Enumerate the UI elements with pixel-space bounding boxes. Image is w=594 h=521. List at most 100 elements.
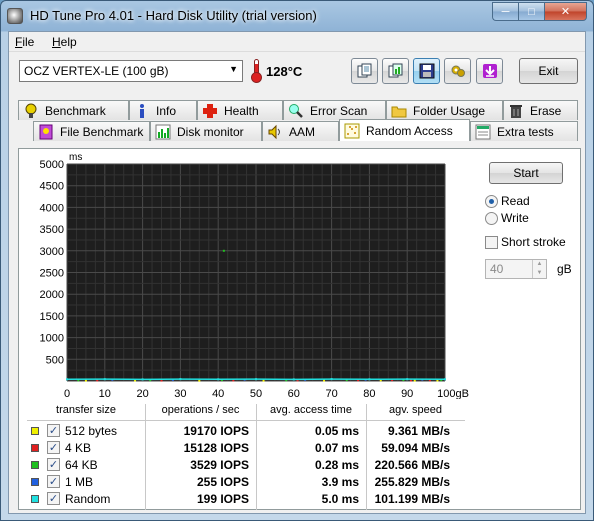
x-tick-label: 20 bbox=[136, 388, 148, 399]
cell-access: 0.07 ms bbox=[314, 441, 359, 455]
y-tick-label: 5000 bbox=[40, 159, 64, 171]
series-color-swatch bbox=[31, 444, 39, 452]
x-tick-label: 10 bbox=[99, 388, 111, 399]
spinner-arrows-icon[interactable]: ▲ ▼ bbox=[532, 260, 546, 278]
save-button[interactable] bbox=[413, 58, 440, 84]
table-row: ✓ 64 KB 3529 IOPS 0.28 ms 220.566 MB/s bbox=[27, 457, 465, 474]
tab-error-scan-label: Error Scan bbox=[310, 103, 368, 118]
tab-random-access-label: Random Access bbox=[366, 123, 453, 138]
series-checkbox[interactable]: ✓ bbox=[47, 458, 60, 471]
tab-health[interactable]: Health bbox=[197, 100, 283, 120]
cell-access: 0.05 ms bbox=[314, 424, 359, 438]
cell-access: 5.0 ms bbox=[321, 492, 359, 506]
cell-speed: 101.199 MB/s bbox=[374, 492, 450, 506]
series-checkbox[interactable]: ✓ bbox=[47, 441, 60, 454]
menu-help[interactable]: Help bbox=[52, 35, 77, 49]
caption-buttons: ─ □ ✕ bbox=[492, 2, 587, 21]
cell-ops: 255 IOPS bbox=[196, 475, 249, 489]
cell-speed: 255.829 MB/s bbox=[374, 475, 450, 489]
tab-error-scan[interactable]: Error Scan bbox=[283, 100, 386, 120]
random-access-icon bbox=[344, 123, 360, 139]
header-speed: agv. speed bbox=[388, 404, 442, 416]
maximize-button[interactable]: □ bbox=[518, 2, 544, 21]
tab-disk-monitor[interactable]: Disk monitor bbox=[150, 121, 262, 141]
transfer-size-label: 4 KB bbox=[65, 441, 92, 455]
tab-info[interactable]: Info bbox=[129, 100, 197, 120]
x-tick-label: 30 bbox=[174, 388, 186, 399]
download-button[interactable] bbox=[476, 58, 503, 84]
trash-icon bbox=[508, 103, 524, 119]
menu-help-label: elp bbox=[60, 35, 77, 49]
data-point bbox=[198, 379, 201, 382]
x-tick-label: 0 bbox=[64, 388, 70, 399]
chevron-down-icon: ▼ bbox=[229, 64, 238, 74]
series-checkbox[interactable]: ✓ bbox=[47, 475, 60, 488]
series-checkbox[interactable]: ✓ bbox=[47, 492, 60, 505]
write-radio[interactable] bbox=[485, 212, 498, 225]
temperature-readout: 128°C bbox=[266, 64, 303, 79]
short-stroke-checkbox[interactable] bbox=[485, 236, 498, 249]
copy-screenshot-button[interactable] bbox=[382, 58, 409, 84]
tab-folder-usage-label: Folder Usage bbox=[413, 103, 486, 118]
tab-info-label: Info bbox=[156, 103, 177, 118]
short-stroke-spinner[interactable]: 40 ▲ ▼ bbox=[485, 259, 547, 279]
series-checkbox[interactable]: ✓ bbox=[47, 424, 60, 437]
transfer-size-label: 1 MB bbox=[65, 475, 94, 489]
tab-erase[interactable]: Erase bbox=[503, 100, 578, 120]
read-radio[interactable] bbox=[485, 195, 498, 208]
menu-file[interactable]: File bbox=[15, 35, 34, 49]
speaker-icon bbox=[267, 124, 283, 140]
write-label: Write bbox=[501, 211, 529, 225]
minimize-button[interactable]: ─ bbox=[492, 2, 518, 21]
y-axis-unit-label: ms bbox=[69, 152, 82, 163]
series-color-swatch bbox=[31, 478, 39, 486]
y-tick-label: 4500 bbox=[40, 181, 64, 193]
table-row: ✓ 512 bytes 19170 IOPS 0.05 ms 9.361 MB/s bbox=[27, 423, 465, 440]
tab-folder-usage[interactable]: Folder Usage bbox=[386, 100, 503, 120]
tab-file-benchmark-label: File Benchmark bbox=[60, 124, 144, 139]
close-button[interactable]: ✕ bbox=[544, 2, 587, 21]
tab-benchmark[interactable]: Benchmark bbox=[18, 100, 129, 120]
options-button[interactable] bbox=[444, 58, 471, 84]
start-button[interactable]: Start bbox=[489, 162, 563, 184]
x-tick-label: 80 bbox=[363, 388, 375, 399]
transfer-size-label: 512 bytes bbox=[65, 424, 118, 438]
health-icon bbox=[202, 103, 218, 119]
y-tick-label: 500 bbox=[46, 354, 64, 366]
extra-tests-icon bbox=[475, 124, 491, 140]
table-row: ✓ 1 MB 255 IOPS 3.9 ms 255.829 MB/s bbox=[27, 474, 465, 491]
info-icon bbox=[134, 103, 150, 119]
app-icon bbox=[7, 8, 23, 24]
toolbar: OCZ VERTEX-LE (100 gB) ▼ 128°C Exit bbox=[9, 53, 585, 93]
file-benchmark-icon bbox=[38, 124, 54, 140]
x-tick-label: 40 bbox=[212, 388, 224, 399]
y-tick-label: 3500 bbox=[40, 224, 64, 236]
tab-random-access[interactable]: Random Access bbox=[339, 119, 470, 141]
cell-ops: 15128 IOPS bbox=[183, 441, 249, 455]
drive-select-value: OCZ VERTEX-LE (100 gB) bbox=[24, 64, 169, 78]
drive-select[interactable]: OCZ VERTEX-LE (100 gB) ▼ bbox=[19, 60, 243, 82]
x-tick-label: 60 bbox=[288, 388, 300, 399]
series-color-swatch bbox=[31, 495, 39, 503]
title-bar[interactable]: HD Tune Pro 4.01 - Hard Disk Utility (tr… bbox=[1, 1, 593, 31]
error-scan-icon bbox=[288, 103, 304, 119]
y-tick-label: 2500 bbox=[40, 268, 64, 280]
random-access-chart: ms 500 1000 1500 2000 2500 3000 3500 4000 4500 500… bbox=[19, 149, 469, 400]
folder-icon bbox=[391, 103, 407, 119]
exit-button[interactable]: Exit bbox=[519, 58, 578, 84]
download-icon bbox=[482, 64, 497, 78]
tab-file-benchmark[interactable]: File Benchmark bbox=[33, 121, 150, 141]
header-operations: operations / sec bbox=[161, 404, 240, 416]
y-tick-label: 1500 bbox=[40, 311, 64, 323]
tab-benchmark-label: Benchmark bbox=[45, 103, 106, 118]
tab-aam[interactable]: AAM bbox=[262, 121, 339, 141]
menu-file-label: ile bbox=[22, 35, 35, 49]
copy-info-button[interactable] bbox=[351, 58, 378, 84]
tab-health-label: Health bbox=[224, 103, 259, 118]
tabs-row-back: Benchmark Info Health Error Scan Folder … bbox=[9, 100, 587, 120]
table-row: ✓ 4 KB 15128 IOPS 0.07 ms 59.094 MB/s bbox=[27, 440, 465, 457]
x-tick-label: 50 bbox=[250, 388, 262, 399]
tab-extra-tests[interactable]: Extra tests bbox=[470, 121, 578, 141]
y-tick-label: 4000 bbox=[40, 202, 64, 214]
y-tick-label: 2000 bbox=[40, 289, 64, 301]
